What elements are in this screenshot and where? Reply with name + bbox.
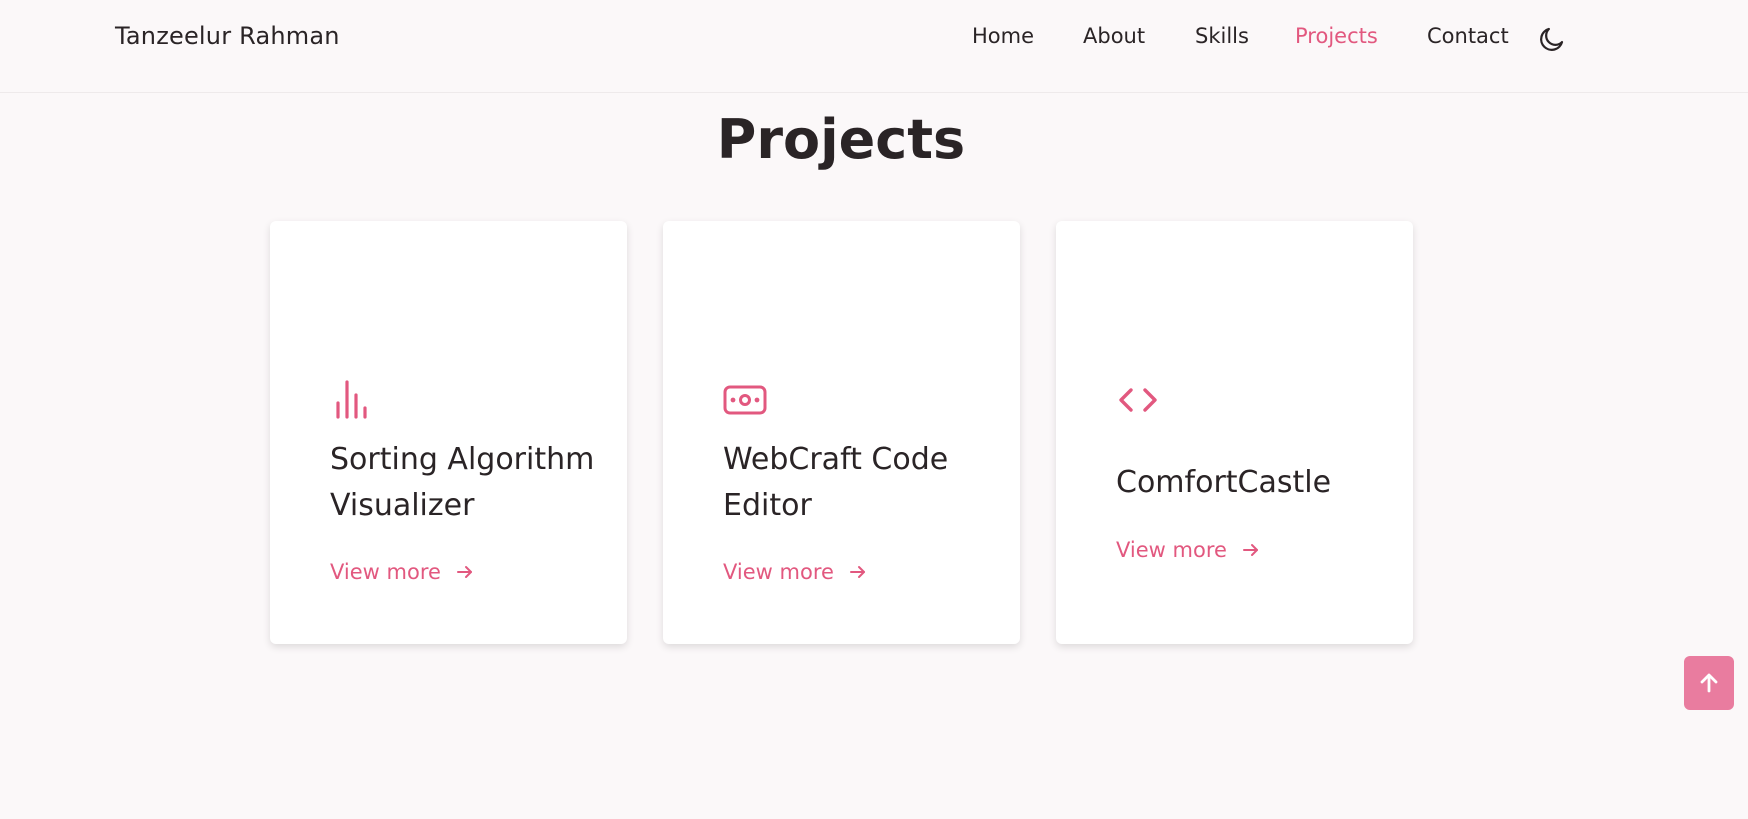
nav-skills[interactable]: Skills: [1195, 24, 1249, 48]
project-card-webcraft-editor: WebCraft Code Editor View more: [663, 221, 1020, 644]
view-more-link[interactable]: View more: [330, 560, 475, 584]
bar-chart-icon: [336, 380, 367, 419]
money-bill-icon: [723, 385, 767, 415]
project-card-sorting-visualizer: Sorting Algorithm Visualizer View more: [270, 221, 627, 644]
nav-projects[interactable]: Projects: [1295, 24, 1378, 48]
main-nav: Home About Skills Projects Contact: [0, 24, 1748, 54]
project-card-comfortcastle: ComfortCastle View more: [1056, 221, 1413, 644]
moon-icon: [1540, 27, 1564, 51]
page-title: Projects: [716, 108, 966, 171]
view-more-label: View more: [723, 560, 834, 584]
project-title: WebCraft Code Editor: [723, 442, 949, 523]
view-more-label: View more: [1116, 538, 1227, 562]
arrow-right-icon: [1242, 544, 1258, 556]
nav-about[interactable]: About: [1083, 24, 1145, 48]
theme-toggle-button[interactable]: [1537, 24, 1567, 54]
nav-home[interactable]: Home: [972, 24, 1034, 48]
view-more-label: View more: [330, 560, 441, 584]
arrow-right-icon: [456, 566, 472, 578]
arrow-up-icon: [1700, 673, 1718, 693]
project-title: Sorting Algorithm Visualizer: [330, 442, 595, 523]
site-header: Tanzeelur Rahman Home About Skills Proje…: [0, 0, 1748, 93]
view-more-link[interactable]: View more: [723, 560, 868, 584]
view-more-link[interactable]: View more: [1116, 538, 1261, 562]
arrow-right-icon: [849, 566, 865, 578]
project-title: ComfortCastle: [1116, 465, 1332, 500]
scroll-to-top-button[interactable]: [1684, 656, 1734, 710]
nav-contact[interactable]: Contact: [1427, 24, 1509, 48]
code-icon: [1119, 388, 1157, 412]
